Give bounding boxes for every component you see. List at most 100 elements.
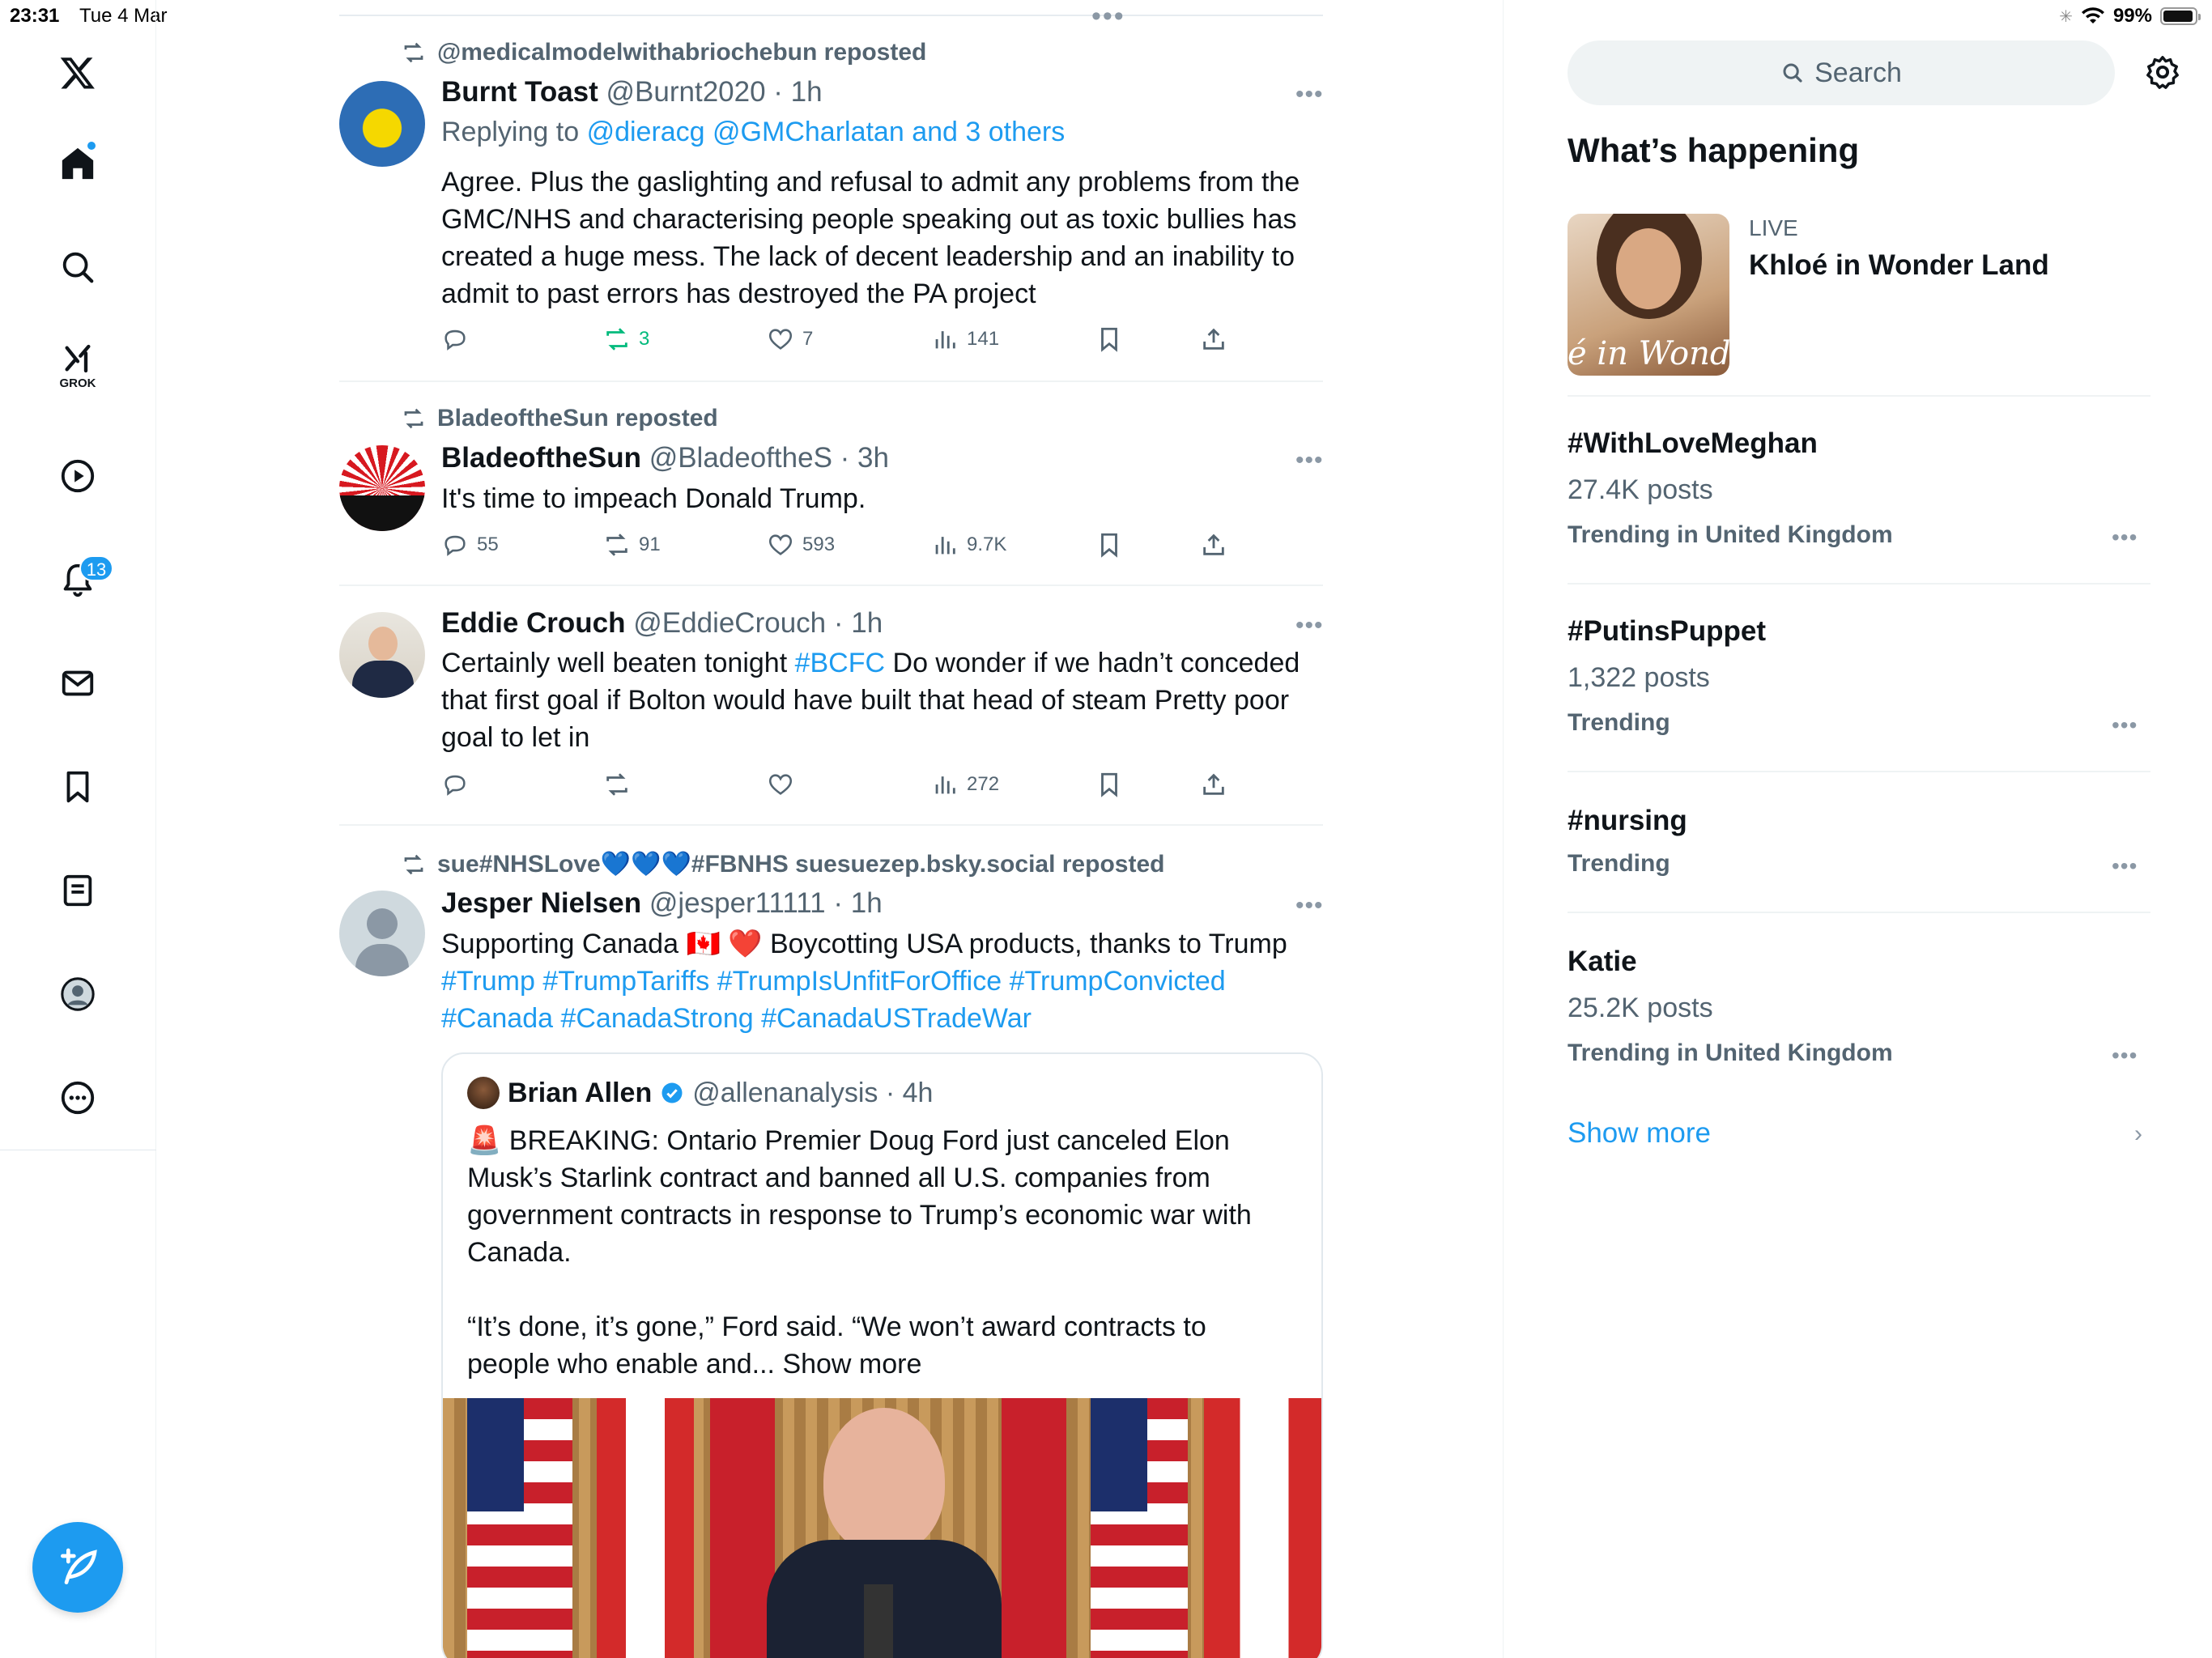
author-name[interactable]: Burnt Toast (441, 76, 598, 108)
share-button[interactable] (1200, 325, 1227, 353)
reply-count: 55 (477, 534, 499, 555)
repost-indicator: sue#NHSLove💙💙💙#FBNHS suesuezep.bsky.soci… (402, 850, 1164, 878)
trend-more-icon[interactable]: ••• (2112, 525, 2138, 551)
author-handle: @BladeoftheS · 3h (649, 442, 889, 474)
like-button[interactable]: 593 (767, 531, 835, 559)
trend-more-icon[interactable]: ••• (2112, 853, 2138, 879)
profile-icon[interactable] (52, 968, 104, 1020)
quote-text-paragraph-1: 🚨 BREAKING: Ontario Premier Doug Ford ju… (467, 1125, 1252, 1268)
show-more-link[interactable]: Show more (1568, 1117, 1711, 1150)
share-icon (1203, 328, 1224, 350)
messages-icon[interactable] (52, 657, 104, 709)
home-unread-dot (86, 140, 97, 151)
speaker-face (823, 1408, 945, 1554)
live-event-title[interactable]: Khloé in Wonder Land (1749, 249, 2049, 282)
reply-icon (445, 329, 466, 351)
views-button[interactable]: 141 (931, 325, 999, 353)
live-thumb-face (1616, 228, 1681, 309)
sidebar-divider (1568, 583, 2150, 585)
author-name[interactable]: BladeoftheSun (441, 442, 641, 474)
trend-title[interactable]: #PutinsPuppet (1568, 615, 1766, 648)
trend-context: Trending (1568, 709, 1670, 736)
repost-label: @medicalmodelwithabriochebun reposted (437, 39, 927, 66)
repost-label: sue#NHSLove💙💙💙#FBNHS suesuezep.bsky.soci… (437, 851, 1165, 878)
repost-button[interactable]: 3 (603, 325, 649, 353)
like-button[interactable] (767, 771, 794, 798)
compose-post-button[interactable] (32, 1522, 123, 1613)
tweet-author[interactable]: Eddie Crouch @EddieCrouch · 1h (441, 607, 883, 640)
views-button[interactable]: 9.7K (931, 531, 1006, 559)
avatar[interactable] (339, 891, 425, 976)
repost-button[interactable]: 91 (603, 531, 661, 559)
author-name[interactable]: Eddie Crouch (441, 607, 626, 639)
more-options-icon[interactable] (52, 1072, 104, 1124)
tweet-author[interactable]: Burnt Toast @Burnt2020 · 1h (441, 76, 823, 108)
canada-flag-right (1204, 1398, 1321, 1658)
whats-happening-title: What’s happening (1568, 131, 1860, 169)
reply-button[interactable] (441, 771, 469, 798)
search-icon[interactable] (52, 241, 104, 293)
bookmarks-icon[interactable] (52, 761, 104, 813)
repost-icon (404, 42, 423, 63)
reply-button[interactable] (441, 325, 469, 353)
bookmark-button[interactable] (1095, 771, 1123, 798)
tweet-author[interactable]: Jesper Nielsen @jesper11111 · 1h (441, 887, 883, 920)
bookmark-button[interactable] (1095, 531, 1123, 559)
trend-title[interactable]: #nursing (1568, 805, 1687, 837)
avatar-suit (352, 661, 414, 698)
repost-icon (404, 854, 423, 874)
replying-to-links[interactable]: @dieracg @GMCharlatan and 3 others (587, 117, 1066, 147)
video-icon[interactable] (52, 450, 104, 502)
trend-title[interactable]: #WithLoveMeghan (1568, 427, 1818, 460)
repost-icon (606, 534, 627, 556)
repost-button[interactable] (603, 771, 631, 798)
heart-icon (768, 774, 793, 795)
tweet-actions: 272 (441, 771, 1251, 803)
tweet-author[interactable]: BladeoftheSun @BladeoftheS · 3h (441, 442, 889, 474)
avatar[interactable] (339, 612, 425, 698)
share-icon (1203, 773, 1224, 795)
verified-badge-icon (661, 1082, 683, 1103)
like-count: 593 (802, 534, 836, 555)
bookmark-button[interactable] (1095, 325, 1123, 353)
canada-flag (597, 1398, 694, 1658)
search-input[interactable]: Search (1568, 40, 2115, 105)
sidebar-divider (1568, 395, 2150, 397)
live-event-thumbnail[interactable]: é in Wonder L (1568, 214, 1729, 376)
quote-author[interactable]: Brian Allen @allenanalysis · 4h (467, 1077, 933, 1109)
reply-button[interactable]: 55 (441, 531, 499, 559)
trend-title[interactable]: Katie (1568, 946, 1637, 978)
share-button[interactable] (1200, 531, 1227, 559)
lists-icon[interactable] (52, 865, 104, 916)
search-placeholder: Search (1814, 57, 1902, 88)
author-name[interactable]: Jesper Nielsen (441, 887, 641, 919)
avatar-body (355, 944, 409, 976)
views-count: 141 (967, 328, 1000, 350)
trend-more-icon[interactable]: ••• (2112, 1043, 2138, 1069)
quote-author-name: Brian Allen (508, 1077, 653, 1108)
views-count: 9.7K (967, 534, 1007, 555)
grok-label: GROK (59, 376, 96, 390)
us-flag-right (1091, 1398, 1188, 1658)
notifications-badge: 13 (79, 555, 113, 581)
author-handle: @Burnt2020 · 1h (606, 76, 823, 108)
views-button[interactable]: 272 (931, 771, 999, 798)
like-button[interactable]: 7 (767, 325, 813, 353)
quote-text: 🚨 BREAKING: Ontario Premier Doug Ford ju… (467, 1122, 1293, 1383)
tweet-text: It's time to impeach Donald Trump. (441, 483, 866, 514)
x-logo-icon[interactable] (52, 47, 104, 99)
quoted-tweet[interactable]: Brian Allen @allenanalysis · 4h 🚨 BREAKI… (441, 1052, 1323, 1658)
grok-icon[interactable]: GROK (52, 340, 104, 392)
ontario-flag-right (1002, 1398, 1066, 1658)
settings-gear-icon[interactable] (2144, 53, 2181, 91)
avatar[interactable] (339, 81, 425, 167)
hashtag-link[interactable]: #BCFC (795, 648, 885, 678)
share-button[interactable] (1200, 771, 1227, 798)
quote-show-more[interactable]: Show more (782, 1349, 921, 1380)
avatar[interactable] (339, 445, 425, 531)
hashtag-links[interactable]: #Trump #TrumpTariffs #TrumpIsUnfitForOff… (441, 963, 1324, 1037)
tweet-text: Certainly well beaten tonight #BCFC Do w… (441, 644, 1324, 756)
share-icon (1203, 534, 1224, 555)
quote-media-image[interactable] (443, 1398, 1321, 1658)
trend-more-icon[interactable]: ••• (2112, 712, 2138, 738)
